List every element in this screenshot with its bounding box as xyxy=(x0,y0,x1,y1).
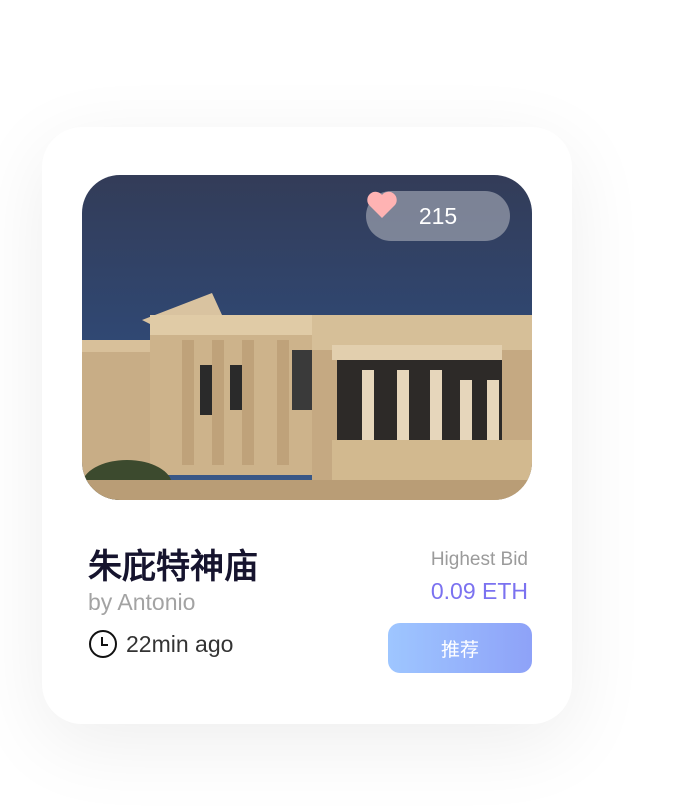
highest-bid-value: 0.09 ETH xyxy=(430,578,528,604)
heart-icon xyxy=(367,191,397,218)
clock-icon xyxy=(89,630,117,658)
temple-photo[interactable]: 215 xyxy=(82,175,532,500)
recommend-button[interactable]: 推荐 xyxy=(388,623,532,673)
time-info: 22min ago xyxy=(88,629,233,659)
likes-badge[interactable]: 215 xyxy=(366,191,510,241)
highest-bid-label: Highest Bid xyxy=(430,549,528,570)
likes-count: 215 xyxy=(418,202,458,229)
time-ago: 22min ago xyxy=(126,630,234,657)
nft-card: 215 朱庇特神庙 by Antonio 22min ago Highest B… xyxy=(42,127,572,724)
author-name[interactable]: by Antonio xyxy=(88,589,195,616)
nft-title: 朱庇特神庙 xyxy=(88,547,258,587)
